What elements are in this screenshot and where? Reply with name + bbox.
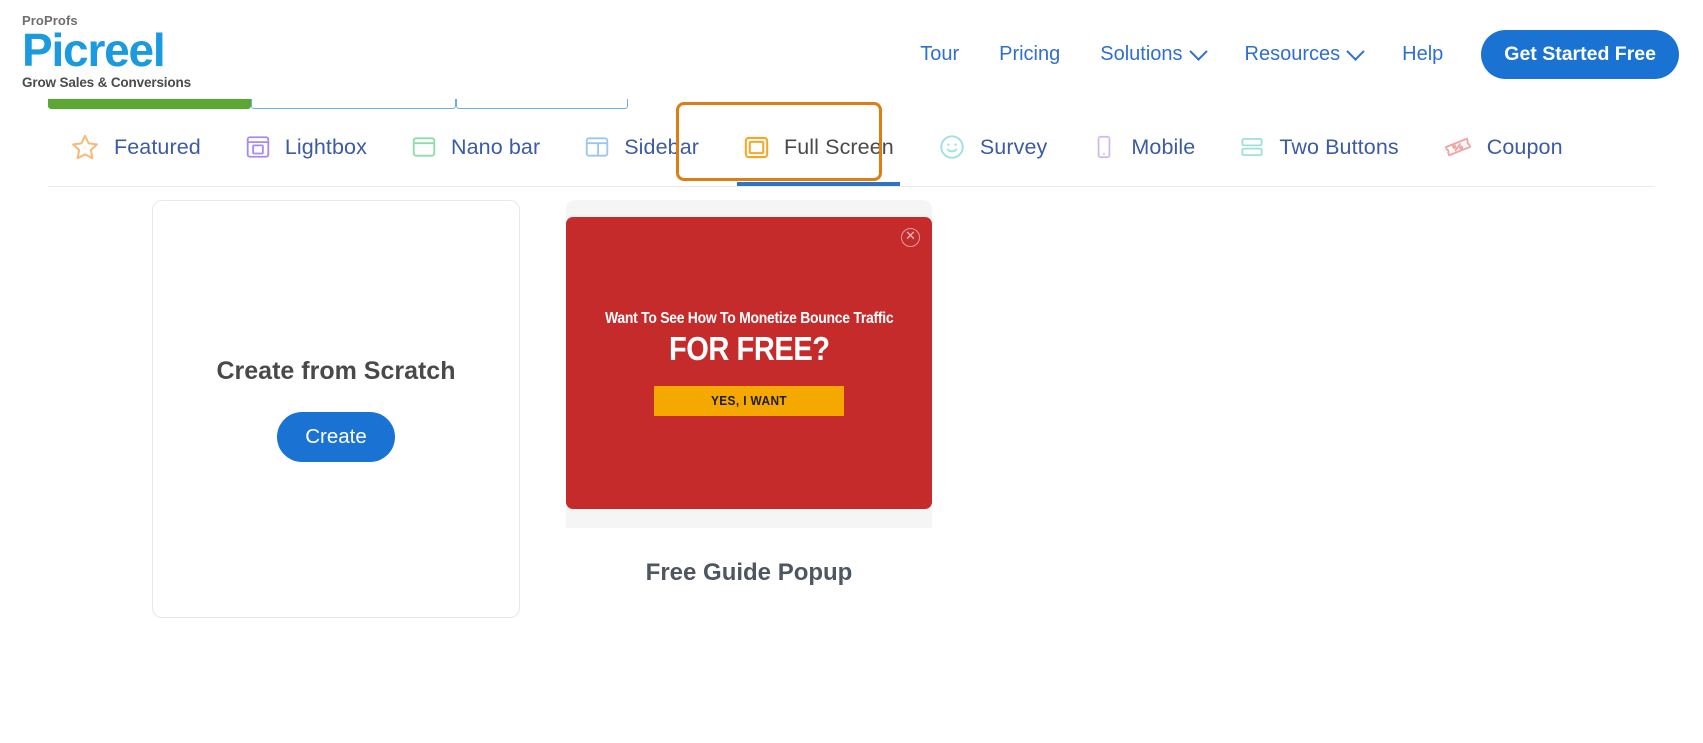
- template-card-free-guide-popup[interactable]: ✕ Want To See How To Monetize Bounce Tra…: [566, 200, 932, 618]
- chevron-down-icon: [1346, 42, 1365, 61]
- tab-nano-bar-label: Nano bar: [450, 134, 541, 159]
- nav-link-resources[interactable]: Resources: [1225, 37, 1383, 72]
- two-buttons-icon: [1241, 137, 1263, 157]
- tab-sidebar[interactable]: Sidebar: [562, 108, 721, 186]
- tab-survey[interactable]: Survey: [916, 108, 1070, 186]
- main-navigation: Tour Pricing Solutions Resources Help Ge…: [900, 30, 1679, 79]
- popup-kicker-text: Want To See How To Monetize Bounce Traff…: [604, 310, 894, 327]
- nav-link-solutions[interactable]: Solutions: [1080, 37, 1224, 72]
- nav-link-pricing[interactable]: Pricing: [979, 37, 1080, 72]
- tab-mobile[interactable]: Mobile: [1069, 108, 1217, 186]
- popup-cta-button[interactable]: YES, I WANT: [654, 386, 844, 416]
- nav-link-tour-label: Tour: [920, 43, 960, 65]
- chevron-down-icon: [1188, 42, 1208, 61]
- template-gallery: Create from Scratch Create ✕ Want To See…: [0, 200, 1703, 618]
- coupon-icon: [1444, 137, 1472, 157]
- tab-featured[interactable]: Featured: [48, 108, 223, 186]
- lightbox-icon: [246, 136, 270, 158]
- template-category-tabbar-wrap: Featured Lightbox Nano bar Sidebar Full …: [0, 102, 1703, 194]
- nav-link-solutions-label: Solutions: [1100, 43, 1183, 65]
- popup-preview: ✕ Want To See How To Monetize Bounce Tra…: [566, 217, 932, 509]
- template-category-tabbar: Featured Lightbox Nano bar Sidebar Full …: [48, 108, 1655, 187]
- template-preview: ✕ Want To See How To Monetize Bounce Tra…: [566, 200, 932, 528]
- brand-logo[interactable]: ProProfs Picreel Grow Sales & Conversion…: [22, 14, 191, 90]
- logo-tagline-text: Grow Sales & Conversions: [22, 75, 191, 91]
- template-card-footer: Free Guide Popup: [566, 528, 932, 618]
- tab-underline: [737, 182, 900, 186]
- site-header: ProProfs Picreel Grow Sales & Conversion…: [0, 0, 1703, 109]
- tab-lightbox-label: Lightbox: [284, 134, 367, 159]
- tab-two-buttons-label: Two Buttons: [1279, 134, 1399, 159]
- nav-link-pricing-label: Pricing: [999, 43, 1061, 65]
- survey-smiley-icon: [940, 135, 964, 159]
- tab-lightbox[interactable]: Lightbox: [223, 108, 389, 186]
- tab-full-screen-label: Full Screen: [784, 134, 894, 159]
- close-circle-icon[interactable]: ✕: [901, 228, 920, 247]
- star-icon: [72, 134, 98, 160]
- nano-bar-icon: [412, 137, 436, 157]
- template-card-title: Free Guide Popup: [645, 559, 853, 586]
- create-from-scratch-card[interactable]: Create from Scratch Create: [152, 200, 520, 618]
- logo-picreel-text: Picreel: [22, 24, 166, 76]
- nav-link-help[interactable]: Help: [1382, 37, 1463, 72]
- tab-full-screen[interactable]: Full Screen: [721, 108, 916, 186]
- tab-sidebar-label: Sidebar: [624, 134, 700, 159]
- tab-nano-bar[interactable]: Nano bar: [389, 108, 562, 186]
- sidebar-icon: [585, 137, 609, 157]
- nav-link-resources-label: Resources: [1244, 43, 1341, 65]
- create-from-scratch-title: Create from Scratch: [216, 356, 456, 385]
- popup-headline-text: FOR FREE?: [668, 330, 830, 367]
- tab-two-buttons[interactable]: Two Buttons: [1217, 108, 1420, 186]
- full-screen-icon: [744, 136, 769, 158]
- nav-link-tour[interactable]: Tour: [900, 37, 979, 72]
- tab-survey-label: Survey: [979, 134, 1048, 159]
- tab-coupon[interactable]: Coupon: [1421, 108, 1585, 186]
- tab-mobile-label: Mobile: [1131, 134, 1196, 159]
- tab-featured-label: Featured: [114, 134, 201, 159]
- get-started-free-button[interactable]: Get Started Free: [1481, 30, 1679, 79]
- nav-link-help-label: Help: [1402, 43, 1444, 65]
- mobile-icon: [1098, 135, 1111, 159]
- create-button[interactable]: Create: [277, 411, 395, 462]
- tab-coupon-label: Coupon: [1486, 134, 1563, 159]
